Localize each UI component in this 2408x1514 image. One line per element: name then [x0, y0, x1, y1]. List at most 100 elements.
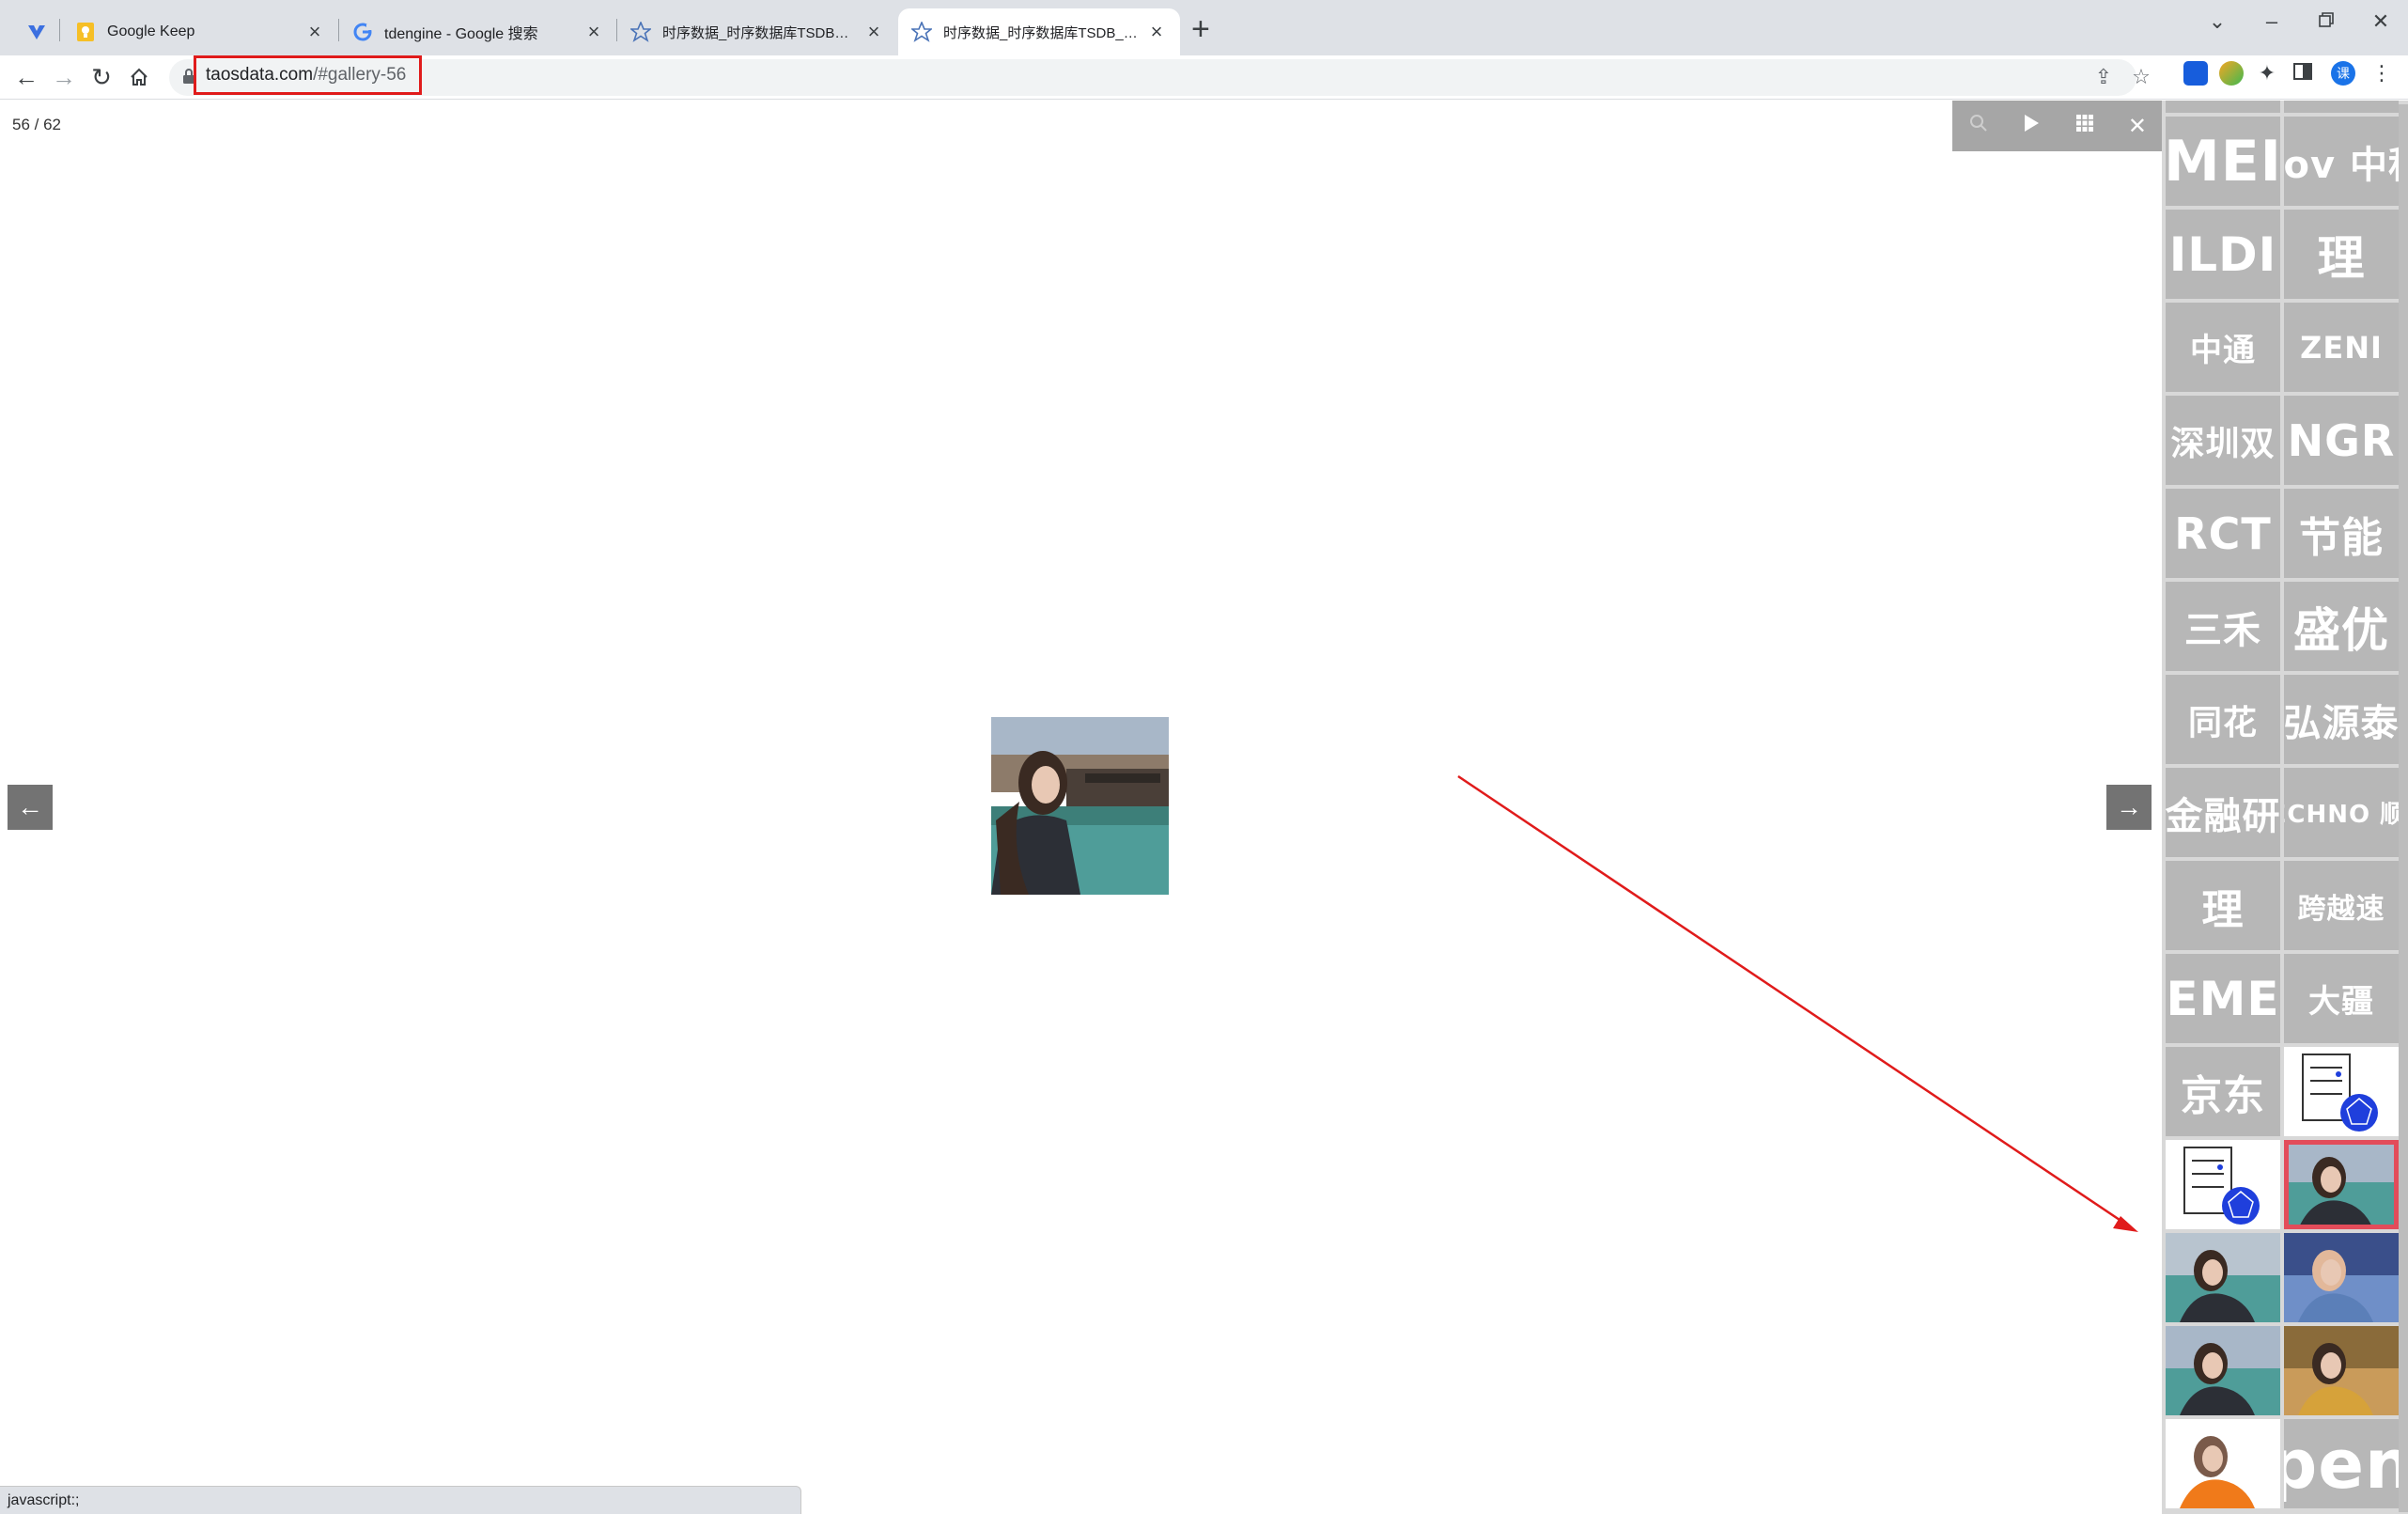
menu-kebab-icon[interactable]: ⋮ [2369, 61, 2394, 86]
back-button[interactable]: ← [10, 62, 42, 92]
tab-title: Google Keep [107, 23, 195, 39]
portrait-photo [2284, 1326, 2399, 1415]
thumbnail-item[interactable]: hov 中科 [2284, 117, 2399, 206]
thumbnail-label: TECHNO 顺丰 [2284, 801, 2399, 829]
portrait-photo [2166, 1233, 2280, 1322]
portrait-photo [2284, 1140, 2399, 1229]
thumbnail-scrollbar[interactable] [2399, 104, 2408, 1512]
next-button[interactable]: → [2106, 785, 2152, 830]
thumbnail-item[interactable]: 跨越速 [2284, 861, 2399, 950]
thumbnail-item[interactable]: 中通 [2166, 303, 2280, 392]
tab-google-keep[interactable]: Google Keep × [62, 8, 338, 55]
thumbnail-label: 同花 [2187, 703, 2258, 742]
thumbnail-item[interactable]: 弘源泰 [2284, 675, 2399, 764]
thumbnail-strip: 开新MEIhov 中科ILDI理中通ZENI深圳双NGRRCT节能三禾盛优同花弘… [2162, 101, 2408, 1514]
restore-button[interactable] [2307, 9, 2345, 34]
thumbnail-label: 盛优 [2293, 602, 2389, 658]
thumbnail-item[interactable]: EME [2166, 954, 2280, 1043]
grid-icon[interactable] [2066, 113, 2104, 139]
thumbnail-item[interactable]: 金融研 [2166, 768, 2280, 857]
thumbnail-item[interactable]: pen [2284, 1419, 2399, 1508]
thumbnail-item[interactable] [2284, 1326, 2399, 1415]
minimize-button[interactable]: – [2253, 9, 2291, 34]
thumbnail-item[interactable]: 理 [2166, 861, 2280, 950]
url-text[interactable]: taosdata.com/#gallery-56 [194, 55, 422, 95]
thumbnail-item[interactable] [2284, 101, 2399, 113]
thumbnail-label: 京东 [2181, 1071, 2265, 1120]
thumbnail-label: 弘源泰 [2284, 701, 2399, 745]
thumbnail-item[interactable] [2284, 1047, 2399, 1136]
forward-button[interactable]: → [48, 62, 80, 92]
address-bar[interactable]: ⇪ ☆ [169, 59, 2151, 96]
thumbnail-item[interactable]: 节能 [2284, 489, 2399, 578]
tdengine-icon [630, 22, 651, 42]
shield-extension-icon[interactable] [2219, 61, 2244, 86]
reload-button[interactable]: ↻ [85, 62, 117, 92]
tab-taosdata-active[interactable]: 时序数据_时序数据库TSDB_工业 × [898, 8, 1180, 55]
gallery-counter: 56 / 62 [12, 116, 61, 133]
app-icon [26, 22, 47, 42]
tab-pinned-app[interactable] [13, 8, 62, 55]
thumbnail-label: RCT [2174, 507, 2272, 559]
tab-google-search[interactable]: tdengine - Google 搜索 × [339, 8, 617, 55]
thumbnail-item[interactable]: 京东 [2166, 1047, 2280, 1136]
play-icon[interactable] [2012, 113, 2050, 139]
thumbnail-label: ILDI [2168, 226, 2277, 282]
thumbnail-item[interactable]: NGR [2284, 396, 2399, 485]
thumbnail-label: 中通 [2190, 332, 2256, 369]
thumbnail-label: 三禾 [2184, 608, 2261, 652]
tab-title: 时序数据_时序数据库TSDB_工业 [943, 24, 1139, 41]
zoom-icon[interactable] [1960, 113, 1997, 139]
thumbnail-item[interactable]: 理 [2284, 210, 2399, 299]
thumbnail-item[interactable] [2166, 1140, 2280, 1229]
tab-separator [59, 19, 60, 41]
thumbnail-item[interactable]: 开新 [2166, 101, 2280, 113]
profile-avatar[interactable]: 课 [2331, 61, 2355, 86]
thumbnail-item[interactable] [2166, 1326, 2280, 1415]
gallery-toolbar: ✕ [1952, 101, 2164, 151]
close-tab-icon[interactable]: × [583, 20, 604, 44]
thumbnail-item[interactable]: MEI [2166, 117, 2280, 206]
extensions-puzzle-icon[interactable]: ✦ [2255, 61, 2279, 86]
thumbnail-label: 理 [2317, 230, 2366, 286]
gallery-main-image [991, 717, 1169, 895]
tab-search-icon[interactable]: ⌄ [2198, 9, 2236, 34]
thumbnail-item[interactable] [2166, 1233, 2280, 1322]
close-tab-icon[interactable]: × [304, 20, 325, 44]
close-icon[interactable]: ✕ [2119, 113, 2156, 140]
close-tab-icon[interactable]: × [863, 20, 884, 44]
close-tab-icon[interactable]: × [1146, 20, 1167, 44]
thumbnail-item[interactable]: TECHNO 顺丰 [2284, 768, 2399, 857]
bitwarden-extension-icon[interactable] [2183, 61, 2208, 86]
share-icon[interactable]: ⇪ [2090, 65, 2118, 89]
thumbnail-label: 深圳双 [2170, 424, 2276, 463]
thumbnail-item[interactable] [2284, 1140, 2399, 1229]
close-window-button[interactable]: ✕ [2362, 9, 2400, 34]
thumbnail-item[interactable]: 同花 [2166, 675, 2280, 764]
thumbnail-item[interactable] [2166, 1419, 2280, 1508]
thumbnail-item[interactable]: ZENI [2284, 303, 2399, 392]
portrait-photo [2166, 1326, 2280, 1415]
thumbnail-item[interactable]: 三禾 [2166, 582, 2280, 671]
thumbnail-item[interactable]: 盛优 [2284, 582, 2399, 671]
thumbnail-item[interactable]: 大疆 [2284, 954, 2399, 1043]
new-tab-button[interactable]: + [1191, 13, 1210, 45]
thumbnail-item[interactable]: 深圳双 [2166, 396, 2280, 485]
bookmark-star-icon[interactable]: ☆ [2127, 65, 2155, 89]
url-host: taosdata.com [206, 65, 314, 85]
prev-button[interactable]: ← [8, 785, 53, 830]
thumbnail-item[interactable] [2284, 1233, 2399, 1322]
server-network-icon [2183, 1147, 2260, 1225]
thumbnail-item[interactable]: RCT [2166, 489, 2280, 578]
thumbnail-item[interactable]: ILDI [2166, 210, 2280, 299]
side-panel-icon[interactable] [2292, 61, 2317, 86]
tab-title: 时序数据_时序数据库TSDB_工业 [662, 24, 856, 41]
thumbnail-label: NGR [2287, 414, 2396, 466]
google-icon [352, 22, 373, 42]
thumbnail-label: 金融研 [2166, 794, 2280, 838]
tab-taosdata-1[interactable]: 时序数据_时序数据库TSDB_工业 × [617, 8, 897, 55]
thumbnail-label: EME [2166, 971, 2280, 1026]
thumbnail-label: MEI [2166, 128, 2280, 195]
home-button[interactable] [123, 62, 155, 94]
thumbnail-label: pen [2284, 1424, 2399, 1504]
